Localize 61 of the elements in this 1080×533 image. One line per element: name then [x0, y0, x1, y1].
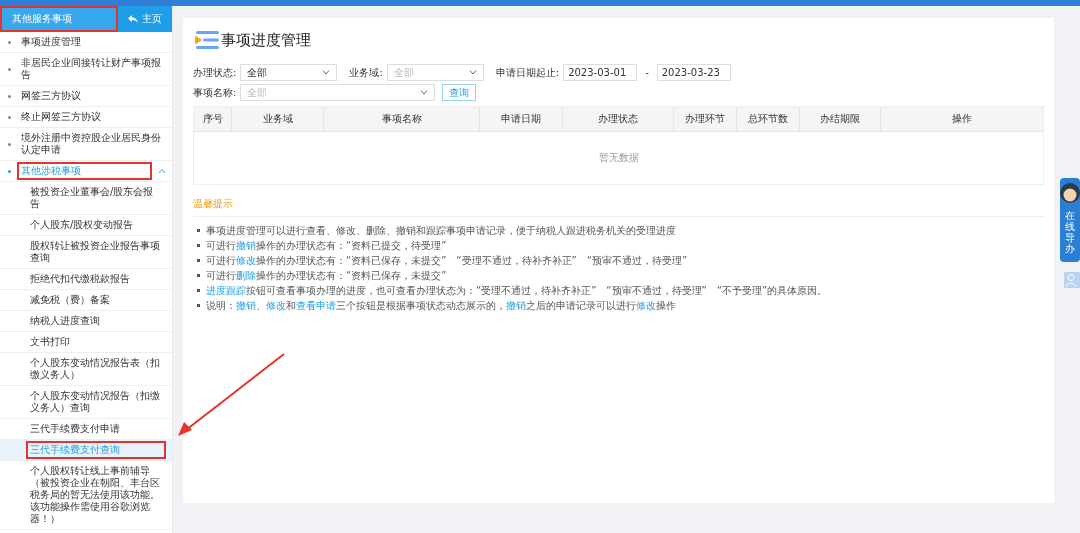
column-header: 办结期限 [800, 107, 881, 131]
column-header: 办理环节 [674, 107, 737, 131]
field-label: 事项名称: [193, 85, 237, 100]
chevron-down-icon [322, 70, 331, 75]
sidebar-item[interactable]: 非居民企业间接转让财产事项报告 [0, 53, 172, 86]
tip-text: 可进行修改操作的办理状态有：“资料已保存，未提交” “受理不通过，待补齐补正” “预审不通过，待受理” [206, 254, 688, 268]
range-separator: - [645, 67, 649, 78]
back-arrow-icon [128, 15, 138, 23]
column-header: 申请日期 [480, 107, 563, 131]
sidebar-item[interactable]: 网签三方协议 [0, 86, 172, 107]
bullet-icon [197, 289, 200, 292]
sidebar-subitem[interactable]: 个人股东变动情况报告表（扣缴义务人） [0, 353, 172, 386]
column-header: 序号 [194, 107, 232, 131]
bullet-icon [8, 115, 11, 119]
tip-text: 进度跟踪按钮可查看事项办理的进度，也可查看办理状态为：“受理不通过，待补齐补正” “预审不通过，待受理” “不予受理”的具体原因。 [206, 284, 828, 298]
sidebar-subitem[interactable]: 文书打印 [0, 332, 172, 353]
tip-text: 说明：撤销、修改和查看申请三个按钮是根据事项状态动态展示的，撤销之后的申请记录可以进行修改操作 [206, 299, 676, 313]
chevron-down-icon [468, 70, 477, 75]
end-date-field[interactable]: 2023-03-23 [656, 64, 731, 81]
chevron-down-icon [420, 90, 429, 95]
bullet-icon [8, 40, 11, 44]
field-label: 申请日期起止: [495, 65, 560, 80]
sidebar-subitem[interactable]: 减免税（费）备案 [0, 290, 172, 311]
tip-text: 可进行撤销操作的办理状态有：“资料已提交，待受理” [206, 239, 447, 253]
field-label: 办理状态: [193, 65, 237, 80]
page-title: 事项进度管理 [221, 30, 311, 50]
sidebar-subitem[interactable]: 个人股权转让线上事前辅导（被投资企业在朝阳、丰台区税务局的暂无法使用该功能。该功能操作需使用谷歌浏览器！） [0, 461, 172, 530]
bullet-icon [8, 169, 11, 173]
tip-text: 可进行删除操作的办理状态有：“资料已保存，未提交” [206, 269, 447, 283]
column-header: 业务域 [232, 107, 324, 131]
column-header: 总环节数 [737, 107, 800, 131]
sidebar-item[interactable]: 境外注册中资控股企业居民身份认定申请 [0, 128, 172, 161]
sidebar-subitem[interactable]: 个人股东变动情况报告（扣缴义务人）查询 [0, 386, 172, 419]
tips-heading: 温馨提示 [193, 197, 1044, 217]
column-header: 操作 [951, 112, 973, 126]
bullet-icon [197, 259, 200, 262]
avatar-icon [1059, 182, 1080, 204]
status-select[interactable]: 全部 [240, 64, 338, 81]
sidebar-subitem[interactable]: 被投资企业董事会/股东会报告 [0, 182, 172, 215]
sidebar-subitem[interactable]: 个人股东/股权变动报告 [0, 215, 172, 236]
bullet-icon [8, 67, 11, 71]
sidebar-subitem[interactable]: 拒绝代扣代缴税款报告 [0, 269, 172, 290]
bullet-icon [197, 274, 200, 277]
field-label: 业务域: [349, 65, 383, 80]
sidebar-item[interactable]: 事项进度管理 [0, 32, 172, 53]
start-date-field[interactable]: 2023-03-01 [563, 64, 638, 81]
empty-message: 暂无数据 [598, 151, 639, 165]
user-icon[interactable] [1064, 272, 1080, 288]
bullet-icon [197, 304, 200, 307]
column-header: 办理状态 [563, 107, 674, 131]
bullet-icon [197, 229, 200, 232]
sidebar-subitem[interactable]: 股权转让被投资企业报告事项查询 [0, 236, 172, 269]
list-icon [193, 30, 219, 50]
bullet-icon [197, 244, 200, 247]
online-guide-button[interactable]: 在线导办 [1060, 178, 1080, 262]
tip-text: 事项进度管理可以进行查看、修改、删除、撤销和跟踪事项申请记录，便于纳税人跟进税务机关的受理进度 [206, 224, 676, 238]
sidebar-subitem[interactable]: 纳税人进度查询 [0, 311, 172, 332]
bullet-icon [8, 94, 11, 98]
sidebar-item[interactable]: 终止网签三方协议 [0, 107, 172, 128]
bullet-icon [8, 142, 11, 146]
column-header: 事项名称 [324, 107, 480, 131]
